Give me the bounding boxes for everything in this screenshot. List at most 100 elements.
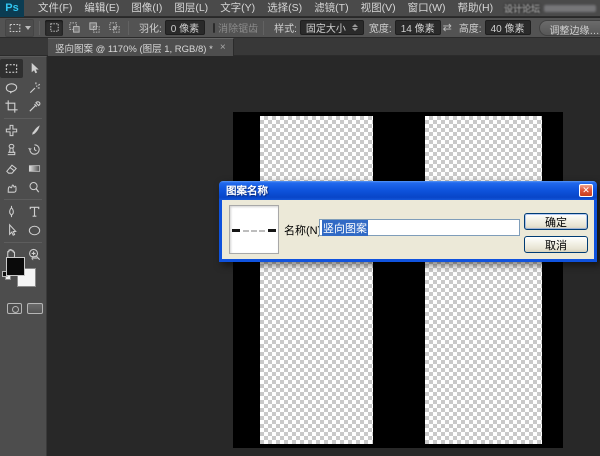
document-tab[interactable]: 竖向图案 @ 1170% (图层 1, RGB/8) * ×: [48, 38, 234, 56]
gradient-tool[interactable]: [23, 159, 46, 178]
pattern-preview: [229, 205, 279, 254]
pattern-name-input[interactable]: 竖向图案: [319, 219, 520, 236]
menu-filter[interactable]: 滤镜(T): [308, 0, 354, 17]
healing-brush-icon: [4, 123, 19, 138]
transparent-bar-1: [260, 116, 373, 444]
feather-label: 羽化:: [139, 20, 162, 35]
tool-options-bar: 羽化: 0 像素 消除锯齿 样式: 固定大小 宽度: 14 像素 ⇄ 高度: 4…: [0, 18, 600, 38]
dialog-title: 图案名称: [226, 183, 579, 198]
brush-icon: [27, 123, 42, 138]
quick-mask-button[interactable]: [7, 303, 22, 314]
intersect-selection-button[interactable]: [105, 20, 123, 36]
selection-mode-buttons: [45, 20, 123, 36]
document-canvas[interactable]: [233, 112, 563, 448]
smudge-tool[interactable]: [0, 178, 23, 197]
ok-button[interactable]: 确定: [524, 213, 588, 230]
updown-arrows-icon: [352, 24, 358, 31]
style-label: 样式:: [274, 20, 297, 35]
rect-marquee-tool[interactable]: [0, 59, 23, 78]
menu-view[interactable]: 视图(V): [355, 0, 402, 17]
height-label: 高度:: [459, 20, 482, 35]
dialog-close-button[interactable]: ✕: [579, 184, 593, 197]
eraser-tool[interactable]: [0, 159, 23, 178]
swap-width-height-icon[interactable]: ⇄: [443, 21, 452, 34]
lasso-tool[interactable]: [0, 78, 23, 97]
menu-help[interactable]: 帮助(H): [452, 0, 500, 17]
menu-select[interactable]: 选择(S): [261, 0, 308, 17]
shape-ellipse-icon: [27, 223, 42, 238]
type-icon: [27, 204, 42, 219]
tool-preset-picker[interactable]: [5, 19, 34, 37]
separator: [128, 21, 129, 35]
foreground-color-swatch[interactable]: [6, 257, 25, 276]
menu-type[interactable]: 文字(Y): [214, 0, 261, 17]
toolbar-separator: [4, 242, 42, 243]
screen-mode-button[interactable]: [27, 303, 43, 314]
dodge-tool[interactable]: [23, 178, 46, 197]
refine-edge-button[interactable]: 调整边缘…: [539, 20, 600, 36]
crop-tool[interactable]: [0, 97, 23, 116]
lasso-icon: [4, 80, 19, 95]
menu-bar: Ps 文件(F) 编辑(E) 图像(I) 图层(L) 文字(Y) 选择(S) 滤…: [0, 0, 600, 17]
pattern-dash-right: [268, 229, 276, 232]
feather-input[interactable]: 0 像素: [165, 20, 205, 35]
menu-file[interactable]: 文件(F): [32, 0, 78, 17]
marquee-preset-icon: [8, 21, 22, 35]
pattern-name-dialog: 图案名称 ✕ 名称(N): 竖向图案 确定 取消: [219, 181, 597, 262]
pattern-dash-left: [232, 229, 240, 232]
dialog-body: 名称(N): 竖向图案 确定 取消: [219, 200, 597, 262]
rect-marquee-icon: [4, 61, 19, 76]
watermark-url-blob: [544, 5, 596, 12]
healing-brush-tool[interactable]: [0, 121, 23, 140]
antialias-label: 消除锯齿: [218, 20, 258, 35]
pen-tool[interactable]: [0, 202, 23, 221]
toolbar-separator: [4, 199, 42, 200]
subtract-selection-icon: [88, 21, 101, 34]
transparent-bar-2: [425, 116, 542, 444]
selected-input-text: 竖向图案: [322, 220, 368, 236]
eyedropper-icon: [27, 99, 42, 114]
cancel-button[interactable]: 取消: [524, 236, 588, 253]
menu-items: 文件(F) 编辑(E) 图像(I) 图层(L) 文字(Y) 选择(S) 滤镜(T…: [32, 0, 499, 17]
menu-image[interactable]: 图像(I): [125, 0, 168, 17]
menu-edit[interactable]: 编辑(E): [78, 0, 125, 17]
path-select-tool[interactable]: [0, 221, 23, 240]
history-brush-tool[interactable]: [23, 140, 46, 159]
new-selection-icon: [48, 21, 61, 34]
style-value: 固定大小: [306, 20, 346, 35]
color-swatches: ⇄: [0, 253, 47, 299]
type-tool[interactable]: [23, 202, 46, 221]
swap-colors-icon[interactable]: ⇄: [31, 253, 38, 262]
brush-tool[interactable]: [23, 121, 46, 140]
width-input[interactable]: 14 像素: [395, 20, 441, 35]
move-icon: [27, 61, 42, 76]
menu-layer[interactable]: 图层(L): [168, 0, 214, 17]
crop-icon: [4, 99, 19, 114]
tools-panel: ⇄: [0, 56, 47, 456]
shape-tool[interactable]: [23, 221, 46, 240]
dialog-titlebar[interactable]: 图案名称 ✕: [219, 181, 597, 200]
clone-stamp-tool[interactable]: [0, 140, 23, 159]
style-select[interactable]: 固定大小: [300, 20, 364, 35]
watermark: 设计论坛: [504, 2, 596, 15]
document-tab-bar: 竖向图案 @ 1170% (图层 1, RGB/8) * ×: [0, 38, 600, 56]
magic-wand-tool[interactable]: [23, 78, 46, 97]
separator: [263, 21, 264, 35]
add-selection-button[interactable]: [65, 20, 83, 36]
eyedropper-tool[interactable]: [23, 97, 46, 116]
move-tool[interactable]: [23, 59, 46, 78]
subtract-selection-button[interactable]: [85, 20, 103, 36]
watermark-text: 设计论坛: [504, 2, 540, 15]
ps-logo[interactable]: Ps: [0, 0, 24, 17]
toolbar-separator: [4, 118, 42, 119]
path-select-icon: [4, 223, 19, 238]
separator: [39, 21, 40, 35]
tab-close-icon[interactable]: ×: [220, 43, 226, 53]
height-input[interactable]: 40 像素: [485, 20, 531, 35]
menu-window[interactable]: 窗口(W): [402, 0, 452, 17]
photoshop-window: Ps 文件(F) 编辑(E) 图像(I) 图层(L) 文字(Y) 选择(S) 滤…: [0, 0, 600, 456]
chevron-down-icon: [25, 26, 31, 30]
width-label: 宽度:: [369, 20, 392, 35]
new-selection-button[interactable]: [45, 20, 63, 36]
document-title: 竖向图案 @ 1170% (图层 1, RGB/8) *: [55, 41, 213, 55]
